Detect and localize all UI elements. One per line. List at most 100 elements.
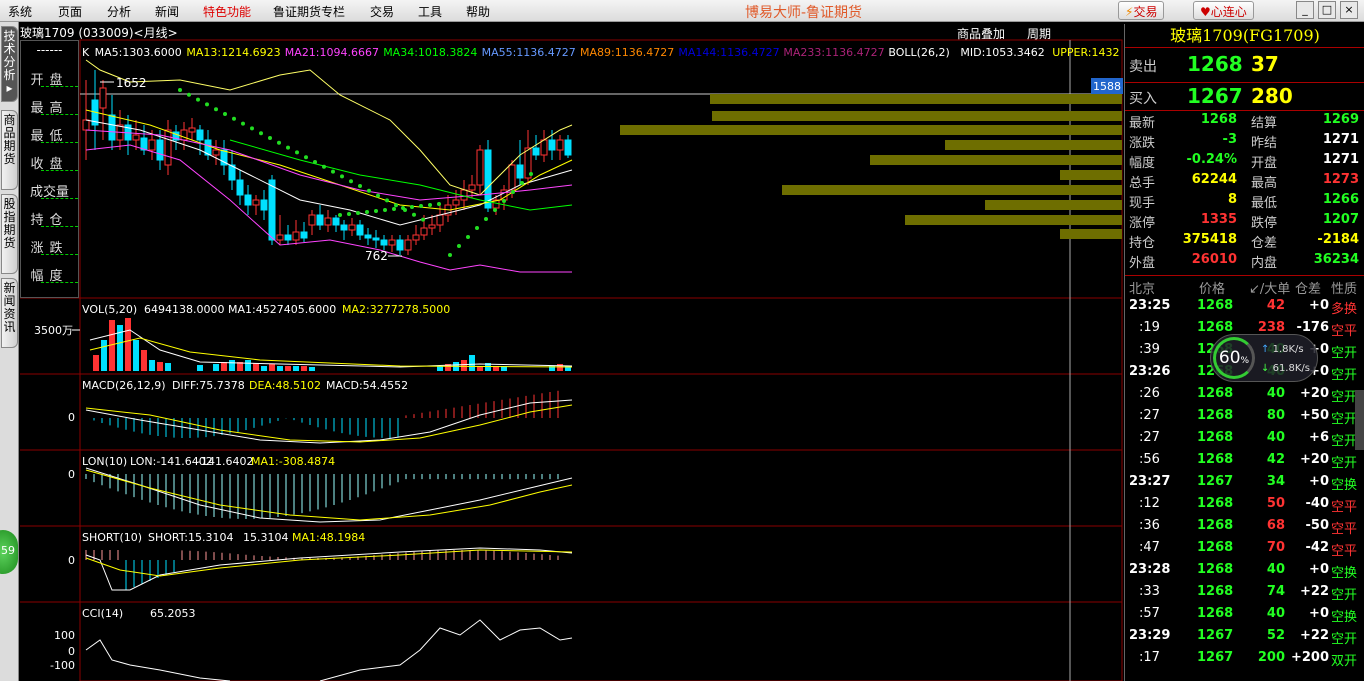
tick-row[interactable]: :27 1268 40 +6 空开 [1125, 427, 1364, 449]
network-speed-badge[interactable]: 60% ↑ 1.8K/s ↓ 61.8K/s [1210, 334, 1318, 382]
tick-row[interactable]: :17 1267 200 +200 双开 [1125, 647, 1364, 669]
xinlianxin-button[interactable]: ♥心连心 [1193, 1, 1254, 20]
tick-cell: 1268 [1197, 408, 1234, 423]
candle [436, 214, 444, 226]
sar-dot [385, 198, 389, 203]
candle [156, 139, 164, 161]
ma-legend: MA5:1303.6000 [95, 46, 182, 59]
volume-profile-bar [1060, 170, 1122, 180]
tick-cell: 1268 [1197, 298, 1234, 313]
sar-dot [232, 116, 236, 121]
candle [180, 129, 188, 141]
close-icon[interactable]: × [1340, 1, 1358, 19]
volume-bar [133, 340, 139, 371]
tick-cell: 1268 [1197, 606, 1234, 621]
tick-row[interactable]: :33 1268 74 +22 空开 [1125, 581, 1364, 603]
short-value2: 15.3104 [243, 531, 289, 544]
tick-cell: 200 [1257, 650, 1285, 665]
volume-bar [125, 318, 131, 371]
candle [308, 214, 316, 226]
cci-value: 65.2053 [150, 607, 196, 620]
tick-row[interactable]: :56 1268 42 +20 空开 [1125, 449, 1364, 471]
candle [99, 87, 107, 109]
ohlc-value-placeholder [41, 282, 78, 283]
divider [1125, 82, 1364, 83]
tick-cell: 空开 [1331, 390, 1358, 405]
tick-row[interactable]: :26 1268 40 +20 空开 [1125, 383, 1364, 405]
tick-row[interactable]: 23:25 1268 42 +0 多换 [1125, 295, 1364, 317]
candle [300, 231, 308, 239]
stat-label: 最低 [1251, 196, 1278, 211]
vol-header: VOL(5,20) [82, 303, 137, 316]
tick-row[interactable]: :27 1268 80 +50 空开 [1125, 405, 1364, 427]
volume-profile-bar [712, 111, 1122, 121]
candle [532, 147, 540, 156]
maximize-icon[interactable]: □ [1318, 1, 1336, 19]
tick-cell: 空开 [1331, 434, 1358, 449]
volume-bar [261, 366, 267, 371]
candle [188, 127, 196, 133]
tick-cell: 空平 [1331, 500, 1358, 515]
stat-value: -2184 [1317, 232, 1359, 247]
tick-row[interactable]: 23:27 1267 34 +0 空换 [1125, 471, 1364, 493]
upload-speed: 1.8K/s [1272, 344, 1304, 355]
stat-value: 1271 [1322, 132, 1359, 147]
sar-dot [367, 188, 371, 193]
sar-dot [187, 92, 191, 97]
sell-price: 1268 [1187, 52, 1243, 76]
cci-axis: -100 [50, 659, 75, 672]
candle [420, 227, 428, 236]
tick-cell: 双开 [1331, 654, 1358, 669]
stat-label: 最新 [1129, 116, 1156, 131]
candle [292, 231, 300, 241]
kline-panel [79, 39, 1123, 299]
tick-cell: 空换 [1331, 566, 1358, 581]
candle [516, 164, 524, 179]
tick-row[interactable]: 23:28 1268 40 +0 空换 [1125, 559, 1364, 581]
tick-cell: 23:27 [1129, 474, 1171, 489]
chart-area[interactable]: 1588 K MA5:1303.6000 MA13:1214.6923 MA21:109… [0, 0, 1124, 681]
ohlc-value-placeholder [41, 254, 78, 255]
candle [316, 214, 324, 226]
tick-cell: +22 [1300, 628, 1329, 643]
tick-cell: 74 [1266, 584, 1285, 599]
ohlc-value-placeholder [41, 142, 78, 143]
tick-cell: 空平 [1331, 544, 1358, 559]
ma-legend: MA89:1136.4727 [580, 46, 674, 59]
tick-cell: 1268 [1197, 320, 1234, 335]
tick-row[interactable]: :57 1268 40 +0 空换 [1125, 603, 1364, 625]
tick-row[interactable]: :12 1268 50 -40 空平 [1125, 493, 1364, 515]
tick-cell: 空开 [1331, 588, 1358, 603]
macd-diff-line [85, 399, 573, 444]
trade-button[interactable]: ⚡交易 [1118, 1, 1165, 20]
ohlc-value-placeholder [41, 86, 78, 87]
tick-cell: 空换 [1331, 478, 1358, 493]
candle [412, 234, 420, 241]
tick-cell: 238 [1257, 320, 1285, 335]
stat-value: 1273 [1322, 172, 1359, 187]
tick-row[interactable]: :47 1268 70 -42 空平 [1125, 537, 1364, 559]
stat-label: 结算 [1251, 116, 1278, 131]
sar-dot [421, 217, 425, 222]
candle [468, 184, 476, 191]
minimize-icon[interactable]: _ [1296, 1, 1314, 19]
stat-label: 内盘 [1251, 256, 1278, 271]
candle [132, 134, 140, 141]
sar-dot [410, 205, 414, 209]
stat-value: -3 [1222, 132, 1237, 147]
tick-cell: 空开 [1331, 346, 1358, 361]
ma-legend: MA144:1136.4727 [678, 46, 779, 59]
volume-profile-bar [985, 200, 1122, 210]
ma5 [85, 119, 573, 226]
tick-scrollbar[interactable] [1355, 390, 1364, 450]
sar-dot [295, 150, 299, 155]
candle [148, 139, 156, 151]
cci-line [85, 639, 231, 681]
tick-row[interactable]: :36 1268 68 -50 空平 [1125, 515, 1364, 537]
tick-row[interactable]: 23:29 1267 52 +22 空开 [1125, 625, 1364, 647]
tick-cell: 空换 [1331, 610, 1358, 625]
boll-upper [85, 59, 573, 196]
tick-cell: 1268 [1197, 518, 1234, 533]
stat-value: 1335 [1200, 212, 1237, 227]
volume-bar [229, 360, 235, 371]
